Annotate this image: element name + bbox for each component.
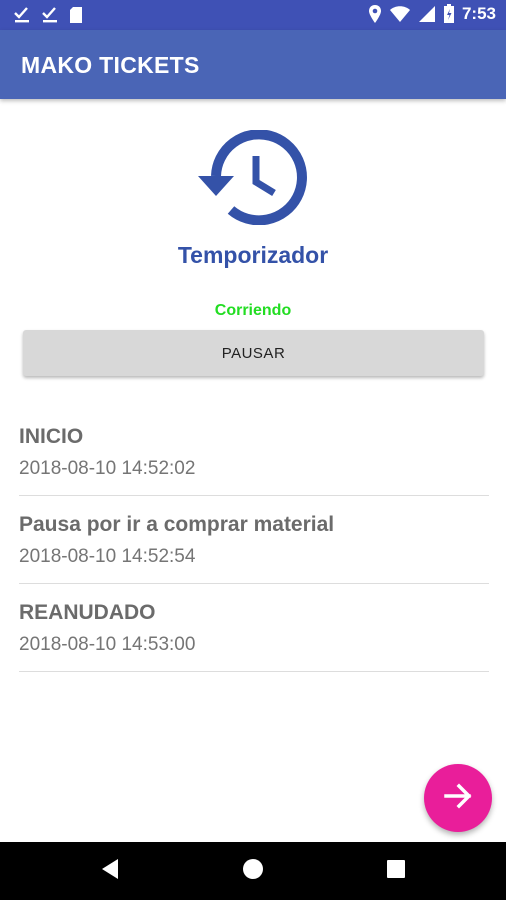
arrow-right-icon xyxy=(441,779,475,818)
wifi-icon xyxy=(389,5,411,23)
signal-icon xyxy=(418,5,436,23)
event-title: INICIO xyxy=(19,425,84,448)
check-notification-icon xyxy=(40,5,60,25)
timer-status: Corriendo xyxy=(214,302,292,319)
timer-title: Temporizador xyxy=(177,242,329,268)
event-time: 2018-08-10 14:52:02 xyxy=(19,458,196,479)
status-system: 7:53 xyxy=(368,4,496,24)
app-title: MAKO TICKETS xyxy=(21,52,200,78)
list-item[interactable]: Pausa por ir a comprar material 2018-08-… xyxy=(19,496,489,584)
event-time: 2018-08-10 14:52:54 xyxy=(19,546,196,567)
home-icon xyxy=(242,858,264,885)
event-list: INICIO 2018-08-10 14:52:02 Pausa por ir … xyxy=(19,408,489,672)
check-notification-icon xyxy=(12,5,32,25)
battery-icon xyxy=(443,4,455,24)
back-button[interactable] xyxy=(80,842,140,900)
location-icon xyxy=(368,4,382,24)
list-item[interactable]: REANUDADO 2018-08-10 14:53:00 xyxy=(19,584,489,672)
home-button[interactable] xyxy=(223,842,283,900)
history-clock-icon xyxy=(196,129,308,226)
event-time: 2018-08-10 14:53:00 xyxy=(19,634,196,655)
status-bar: 7:53 xyxy=(0,0,506,30)
next-fab-button[interactable] xyxy=(424,764,492,832)
recents-button[interactable] xyxy=(366,842,426,900)
sd-card-icon xyxy=(68,5,84,25)
app-bar: MAKO TICKETS xyxy=(0,30,506,99)
status-time: 7:53 xyxy=(461,4,496,23)
list-item[interactable]: INICIO 2018-08-10 14:52:02 xyxy=(19,408,489,496)
screen: 7:53 MAKO TICKETS Temporizador Corriendo… xyxy=(0,0,506,900)
pause-button[interactable]: PAUSAR xyxy=(23,330,484,376)
event-title: Pausa por ir a comprar material xyxy=(19,513,335,536)
status-notifications xyxy=(12,5,84,25)
nav-bar xyxy=(0,842,506,900)
recents-icon xyxy=(386,859,406,884)
back-icon xyxy=(100,858,120,885)
event-title: REANUDADO xyxy=(19,601,156,624)
